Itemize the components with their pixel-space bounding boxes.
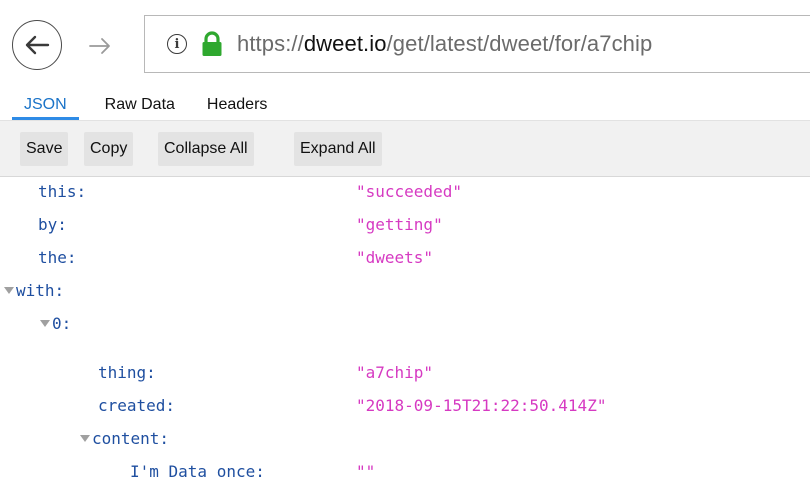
- json-value: "dweets": [356, 248, 434, 267]
- tree-row-data[interactable]: I'm Data once: "": [0, 458, 810, 490]
- url-prefix: https://: [237, 31, 304, 56]
- lock-icon: [202, 31, 222, 56]
- browser-toolbar: i https://dweet.io/get/latest/dweet/for/…: [0, 0, 810, 90]
- tree-row-by[interactable]: by: "getting": [0, 211, 810, 243]
- json-value: "getting": [356, 215, 443, 234]
- json-key: the:: [38, 248, 77, 267]
- tree-row-content[interactable]: content:: [0, 425, 810, 457]
- forward-button[interactable]: [80, 26, 120, 66]
- json-value: "2018-09-15T21:22:50.414Z": [356, 396, 607, 415]
- url-text[interactable]: https://dweet.io/get/latest/dweet/for/a7…: [237, 31, 652, 57]
- tree-row-0[interactable]: 0:: [0, 310, 810, 342]
- save-button[interactable]: Save: [20, 132, 69, 166]
- expand-all-button[interactable]: Expand All: [294, 132, 382, 166]
- json-value: "a7chip": [356, 363, 434, 382]
- json-key: thing:: [98, 363, 156, 382]
- json-key: content:: [92, 429, 170, 448]
- json-key: by:: [38, 215, 67, 234]
- tab-headers[interactable]: Headers: [195, 91, 279, 120]
- json-key: 0:: [52, 314, 72, 333]
- viewer-tabs: JSON Raw Data Headers: [0, 90, 810, 121]
- tree-row-this[interactable]: this: "succeeded": [0, 178, 810, 210]
- json-toolbar: Save Copy Collapse All Expand All: [0, 121, 810, 177]
- expand-triangle-icon[interactable]: [40, 320, 50, 327]
- url-path: /get/latest/dweet/for/a7chip: [386, 31, 653, 56]
- json-value: "succeeded": [356, 182, 462, 201]
- forward-arrow-icon: [89, 38, 110, 54]
- tree-row-the[interactable]: the: "dweets": [0, 244, 810, 276]
- url-bar[interactable]: i https://dweet.io/get/latest/dweet/for/…: [144, 15, 810, 73]
- tree-row-created[interactable]: created: "2018-09-15T21:22:50.414Z": [0, 392, 810, 424]
- json-key: this:: [38, 182, 87, 201]
- back-button[interactable]: [12, 20, 62, 70]
- json-key: with:: [16, 281, 65, 300]
- url-host: dweet.io: [303, 31, 387, 56]
- tab-json[interactable]: JSON: [12, 91, 79, 120]
- copy-button[interactable]: Copy: [84, 132, 134, 166]
- json-tree: this: "succeeded" by: "getting" the: "dw…: [0, 178, 810, 491]
- json-key: created:: [98, 396, 176, 415]
- tab-raw-data[interactable]: Raw Data: [93, 91, 187, 120]
- json-key: I'm Data once:: [130, 462, 265, 481]
- expand-triangle-icon[interactable]: [4, 287, 14, 294]
- tree-row-with[interactable]: with:: [0, 277, 810, 309]
- tree-row-thing[interactable]: thing: "a7chip": [0, 359, 810, 391]
- collapse-all-button[interactable]: Collapse All: [158, 132, 254, 166]
- json-value: "": [356, 462, 376, 481]
- info-icon[interactable]: i: [167, 34, 187, 54]
- expand-triangle-icon[interactable]: [80, 435, 90, 442]
- back-arrow-icon: [25, 35, 50, 55]
